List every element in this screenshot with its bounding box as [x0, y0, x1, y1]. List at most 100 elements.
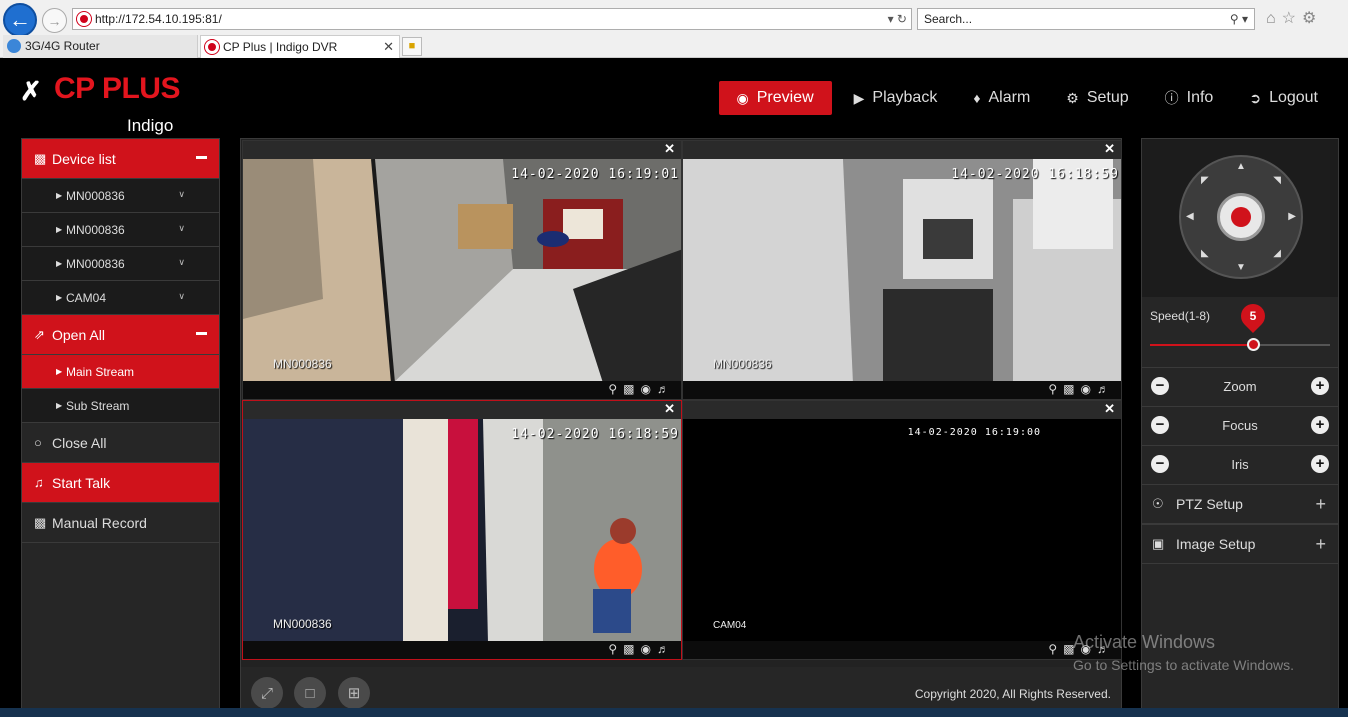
start-talk-button[interactable]: ♫ Start Talk: [22, 463, 219, 503]
back-button[interactable]: ←: [3, 3, 37, 37]
ptz-center-button[interactable]: [1217, 193, 1265, 241]
tab-dvr[interactable]: CP Plus | Indigo DVR ✕: [200, 35, 400, 58]
nav-info[interactable]: ⓘ Info: [1147, 81, 1232, 115]
close-all-button[interactable]: ○ Close All: [22, 423, 219, 463]
star-icon[interactable]: ☆: [1282, 10, 1302, 27]
device-item[interactable]: ▶ CAM04 ∨: [22, 281, 219, 315]
ptz-setup-label: PTZ Setup: [1176, 496, 1243, 512]
record-icon[interactable]: ▩: [623, 642, 640, 656]
speed-slider-handle[interactable]: [1246, 338, 1260, 351]
ptz-direction-dial[interactable]: ▲ ▼ ◀ ▶ ◤ ◥ ◣ ◢: [1179, 155, 1303, 279]
left-sidebar: ▩ Device list ▶ MN000836 ∨ ▶ MN000836 ∨ ▶ MN0…: [21, 138, 220, 717]
manual-record-button[interactable]: ▩ Manual Record: [22, 503, 219, 543]
nav-label: Setup: [1086, 89, 1129, 106]
volume-icon[interactable]: ♬: [657, 642, 675, 656]
forward-button[interactable]: →: [42, 8, 67, 33]
arrow-right-icon: →: [47, 12, 62, 29]
record-icon[interactable]: ▩: [623, 382, 640, 396]
chevron-down-icon[interactable]: ∨: [178, 291, 185, 302]
nav-logout[interactable]: ➲ Logout: [1231, 81, 1336, 115]
brand-sub: Indigo: [127, 116, 174, 135]
camera-icon[interactable]: ◉: [1081, 382, 1097, 396]
new-tab-button[interactable]: ■: [402, 37, 422, 56]
device-list-header[interactable]: ▩ Device list: [22, 139, 219, 179]
open-all-header[interactable]: ⇗ Open All: [22, 315, 219, 355]
focus-control: − Focus +: [1142, 406, 1338, 444]
zoom-icon[interactable]: ⚲: [608, 642, 623, 656]
record-icon[interactable]: ▩: [1063, 382, 1080, 396]
zoom-icon[interactable]: ⚲: [1048, 382, 1063, 396]
brand-name: CP PLUS: [54, 72, 180, 105]
ie-icon: [7, 39, 21, 53]
video-cell-3[interactable]: ✕ 14-02-2020 16:18:59 MN000836 ⚲▩◉♬: [242, 400, 682, 660]
settings-icon[interactable]: ⚙: [1302, 10, 1322, 27]
arrow-up-left-icon[interactable]: ◤: [1201, 175, 1209, 186]
arrow-down-right-icon[interactable]: ◢: [1273, 248, 1281, 259]
speed-slider-fill: [1150, 344, 1253, 346]
video-cell-4[interactable]: ✕ 14-02-2020 16:19:00 CAM04 ⚲▩◉♬: [682, 400, 1122, 660]
zoom-icon[interactable]: ⚲: [1048, 642, 1063, 656]
camera-feed[interactable]: 14-02-2020 16:18:59 MN000836: [683, 159, 1121, 383]
caret-right-icon: ▶: [56, 293, 63, 302]
arrow-left-icon[interactable]: ◀: [1186, 211, 1194, 222]
single-layout-button[interactable]: □: [294, 677, 326, 709]
arrow-up-icon[interactable]: ▲: [1236, 161, 1246, 172]
search-box[interactable]: Search... ⚲ ▾: [917, 8, 1255, 30]
chevron-down-icon[interactable]: ∨: [178, 189, 185, 200]
quad-layout-button[interactable]: ⊞: [338, 677, 370, 709]
arrow-down-left-icon[interactable]: ◣: [1201, 248, 1209, 259]
device-item[interactable]: ▶ MN000836 ∨: [22, 213, 219, 247]
zoom-in-button[interactable]: +: [1311, 377, 1329, 395]
expand-plus-icon[interactable]: +: [1315, 534, 1326, 555]
nav-setup[interactable]: ⚙ Setup: [1048, 81, 1146, 115]
iris-plus-button[interactable]: +: [1311, 455, 1329, 473]
caret-right-icon: ▶: [56, 225, 63, 234]
address-bar[interactable]: http://172.54.10.195:81/ ▾ ↻: [72, 8, 912, 30]
collapse-icon[interactable]: [196, 156, 207, 159]
sub-stream-item[interactable]: ▶ Sub Stream: [22, 389, 219, 423]
device-item[interactable]: ▶ MN000836 ∨: [22, 179, 219, 213]
camera-label: MN000836: [273, 617, 332, 631]
focus-label: Focus: [1222, 418, 1258, 433]
close-icon[interactable]: ✕: [1104, 401, 1115, 417]
chevron-down-icon[interactable]: ∨: [178, 223, 185, 234]
image-setup-row[interactable]: ▣ Image Setup +: [1142, 524, 1338, 564]
collapse-icon[interactable]: [196, 332, 207, 335]
fullscreen-button[interactable]: ⤢: [251, 677, 283, 709]
focus-plus-button[interactable]: +: [1311, 416, 1329, 434]
arrow-up-right-icon[interactable]: ◥: [1273, 175, 1281, 186]
close-icon[interactable]: ✕: [664, 141, 675, 157]
cell-toolbar: ⚲▩◉♬: [683, 641, 1121, 659]
expand-plus-icon[interactable]: +: [1315, 494, 1326, 515]
camera-feed[interactable]: 14-02-2020 16:18:59 MN000836: [243, 419, 681, 643]
camera-feed[interactable]: 14-02-2020 16:19:00 CAM04: [683, 419, 1121, 643]
camera-icon[interactable]: ◉: [641, 642, 657, 656]
device-item[interactable]: ▶ MN000836 ∨: [22, 247, 219, 281]
camera-icon[interactable]: ◉: [641, 382, 657, 396]
volume-icon[interactable]: ♬: [657, 382, 675, 396]
nav-playback[interactable]: ▶ Playback: [836, 81, 956, 115]
search-icon[interactable]: ⚲ ▾: [1230, 9, 1248, 29]
camera-feed[interactable]: 14-02-2020 16:19:01 MN000836: [243, 159, 681, 383]
speed-slider[interactable]: 5: [1150, 299, 1330, 351]
arrow-right-icon[interactable]: ▶: [1288, 211, 1296, 222]
video-cell-1[interactable]: ✕ 14-02-2020 16:19:01 MN000836 ⚲▩◉♬: [242, 140, 682, 400]
caret-right-icon: ▶: [56, 401, 63, 410]
close-icon[interactable]: ✕: [1104, 141, 1115, 157]
chevron-down-icon[interactable]: ∨: [178, 257, 185, 268]
tab-router[interactable]: 3G/4G Router: [3, 35, 198, 58]
arrow-down-icon[interactable]: ▼: [1236, 262, 1246, 273]
fullscreen-icon: ⤢: [260, 684, 273, 702]
home-icon[interactable]: ⌂: [1266, 10, 1282, 27]
refresh-icon[interactable]: ▾ ↻: [888, 9, 907, 29]
volume-icon[interactable]: ♬: [1097, 382, 1115, 396]
zoom-icon[interactable]: ⚲: [608, 382, 623, 396]
close-tab-icon[interactable]: ✕: [383, 36, 394, 58]
ptz-setup-row[interactable]: ☉ PTZ Setup +: [1142, 484, 1338, 524]
nav-preview[interactable]: ◉ Preview: [718, 81, 832, 115]
close-icon[interactable]: ✕: [664, 401, 675, 417]
nav-alarm[interactable]: ♦ Alarm: [955, 81, 1048, 115]
video-cell-2[interactable]: ✕ 14-02-2020 16:18:59 MN000836 ⚲▩◉♬: [682, 140, 1122, 400]
record-dot-icon: [1231, 207, 1251, 227]
main-stream-item[interactable]: ▶ Main Stream: [22, 355, 219, 389]
